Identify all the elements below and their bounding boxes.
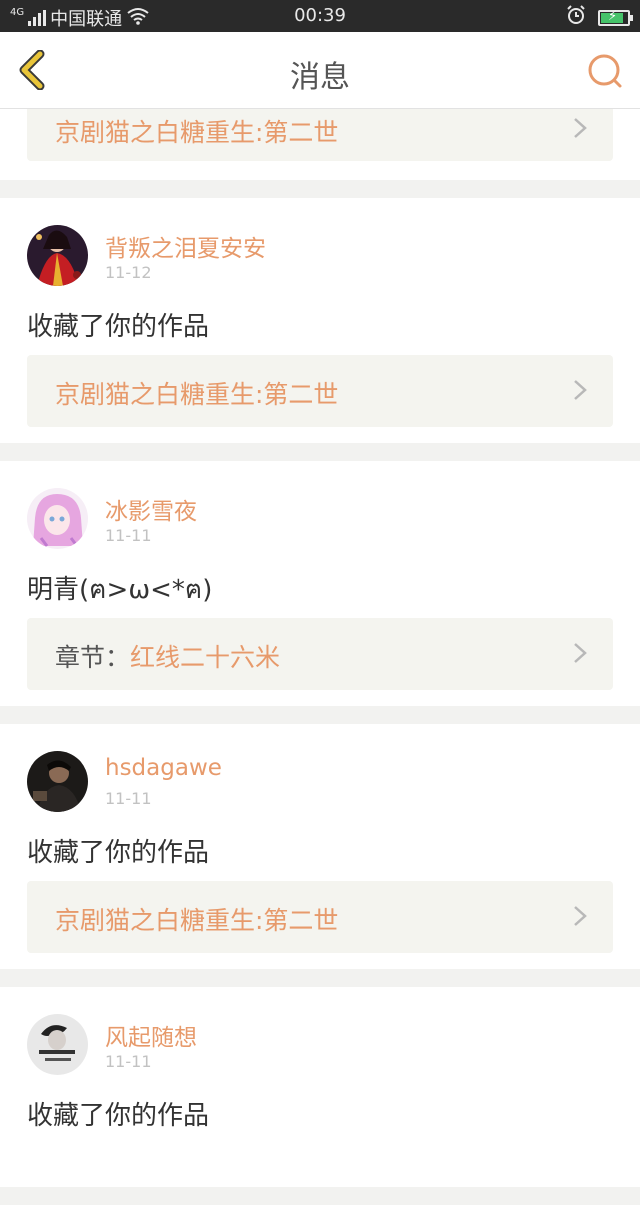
page-title: 消息: [290, 60, 350, 95]
chapter-link-text: 章节：红线二十六米: [55, 638, 280, 674]
chevron-right-icon: [574, 118, 587, 138]
user-row: 风起随想 11-11: [27, 1014, 587, 1076]
message-date: 11-12: [105, 263, 152, 282]
message-card: 背叛之泪夏安安 11-12 收藏了你的作品 京剧猫之白糖重生:第二世: [0, 198, 640, 443]
status-right: ⚡: [566, 5, 633, 30]
clock: 00:39: [294, 5, 346, 26]
chevron-right-icon: [574, 643, 587, 663]
avatar-grey-photo-icon[interactable]: [27, 1014, 88, 1075]
status-bar: 4G 中国联通 00:39 ⚡: [0, 0, 640, 32]
message-feed: 京剧猫之白糖重生:第二世 背叛之泪夏安安 11-12 收藏了你的作品 京剧猫之白…: [0, 109, 640, 1205]
avatar-pink-anime-icon[interactable]: [27, 488, 88, 549]
message-text: 明青(ฅ>ω<*ฅ): [27, 575, 213, 605]
message-date: 11-11: [105, 526, 152, 545]
work-link[interactable]: 京剧猫之白糖重生:第二世: [27, 355, 613, 427]
message-text: 收藏了你的作品: [27, 1101, 210, 1131]
message-text: 收藏了你的作品: [27, 312, 210, 342]
username[interactable]: 风起随想: [105, 1018, 197, 1052]
app-header: 消息: [0, 32, 640, 109]
message-date: 11-11: [105, 1052, 152, 1071]
username[interactable]: 背叛之泪夏安安: [105, 229, 266, 263]
work-link[interactable]: 京剧猫之白糖重生:第二世: [27, 881, 613, 953]
search-button[interactable]: [586, 52, 624, 90]
chevron-right-icon: [574, 906, 587, 926]
user-row: 背叛之泪夏安安 11-12: [27, 225, 587, 287]
message-text: 收藏了你的作品: [27, 838, 210, 868]
message-card: 冰影雪夜 11-11 明青(ฅ>ω<*ฅ) 章节：红线二十六米: [0, 461, 640, 706]
search-icon: [588, 54, 622, 88]
battery-icon: ⚡: [598, 9, 633, 26]
username[interactable]: 冰影雪夜: [105, 492, 197, 526]
username[interactable]: hsdagawe: [105, 755, 222, 781]
work-link-text: 京剧猫之白糖重生:第二世: [55, 380, 339, 409]
avatar-dark-photo-icon[interactable]: [27, 751, 88, 812]
work-link-text: 京剧猫之白糖重生:第二世: [55, 118, 339, 147]
message-card: 风起随想 11-11 收藏了你的作品: [0, 987, 640, 1187]
work-link[interactable]: 京剧猫之白糖重生:第二世: [27, 109, 613, 161]
chapter-title: 红线二十六米: [130, 643, 281, 672]
chevron-right-icon: [574, 380, 587, 400]
message-date: 11-11: [105, 789, 152, 808]
chapter-link[interactable]: 章节：红线二十六米: [27, 618, 613, 690]
message-card: hsdagawe 11-11 收藏了你的作品 京剧猫之白糖重生:第二世: [0, 724, 640, 969]
avatar-red-costume-icon[interactable]: [27, 225, 88, 286]
user-row: 冰影雪夜 11-11: [27, 488, 587, 550]
user-row: hsdagawe 11-11: [27, 751, 587, 813]
alarm-icon: [566, 5, 586, 30]
message-card: 京剧猫之白糖重生:第二世: [0, 109, 640, 180]
chapter-prefix: 章节：: [55, 643, 131, 672]
work-link-text: 京剧猫之白糖重生:第二世: [55, 906, 339, 935]
